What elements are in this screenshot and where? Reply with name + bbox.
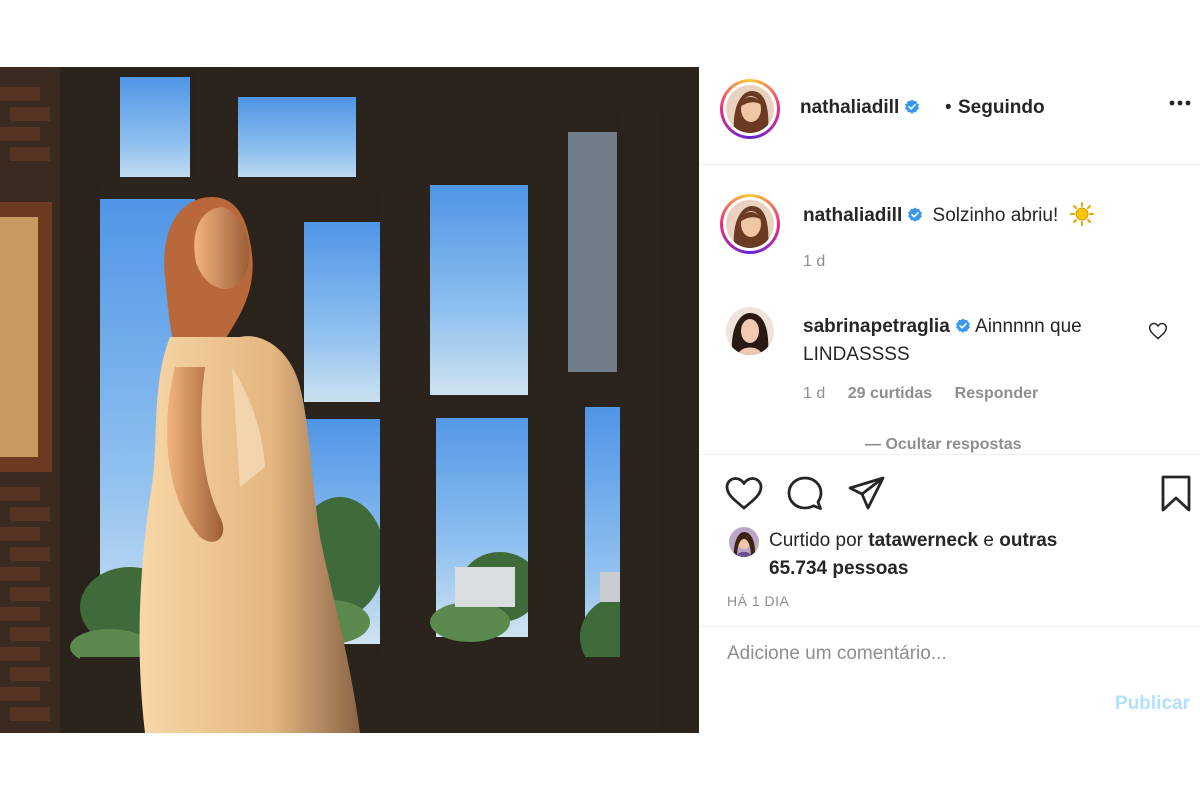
caption-avatar[interactable] (720, 194, 780, 254)
caption-avatar-image (726, 200, 774, 248)
caption-timestamp[interactable]: 1 d (803, 253, 825, 271)
author-avatar-image (726, 85, 774, 133)
sun-emoji-icon (1069, 202, 1094, 226)
author-avatar[interactable] (720, 79, 780, 139)
post-date[interactable]: HÁ 1 DIA (727, 593, 789, 609)
liker-username[interactable]: tatawerneck (868, 530, 978, 551)
post-actions-area: Curtido por tatawerneck e outras 65.734 … (699, 454, 1200, 626)
likes-connector: e (983, 530, 994, 551)
reply-button[interactable]: Responder (955, 385, 1039, 402)
liker-avatar[interactable] (729, 527, 759, 557)
share-icon[interactable] (847, 474, 887, 514)
add-comment-form: Adicione um comentário... Publicar (699, 626, 1200, 733)
comments-section: nathaliadill Solzinho abriu! 1 d sabrina… (699, 165, 1200, 454)
more-options-icon[interactable] (1165, 91, 1195, 115)
verified-badge-icon (955, 318, 970, 333)
liker-avatar-image (729, 527, 759, 557)
author-username-text[interactable]: nathaliadill (800, 97, 899, 118)
instagram-post: nathaliadill • Seguindo nathaliadill Sol… (0, 67, 1200, 733)
likes-text: Curtido por tatawerneck e outras 65.734 … (769, 527, 1069, 583)
verified-badge-icon (905, 99, 920, 114)
comment-timestamp[interactable]: 1 d (803, 385, 825, 402)
comment-input[interactable]: Adicione um comentário... (727, 643, 947, 665)
caption-username[interactable]: nathaliadill (803, 205, 902, 226)
commenter-avatar-image (726, 307, 774, 355)
comment-icon[interactable] (785, 474, 825, 514)
following-button[interactable]: Seguindo (958, 97, 1045, 119)
comment-likes-count[interactable]: 29 curtidas (848, 385, 932, 402)
post-photo[interactable] (0, 67, 699, 733)
publish-button[interactable]: Publicar (1115, 693, 1190, 715)
likes-prefix: Curtido por (769, 530, 863, 551)
commenter-username[interactable]: sabrinapetraglia (803, 316, 950, 337)
header-separator: • (945, 97, 952, 118)
bookmark-icon[interactable] (1156, 474, 1196, 514)
caption: nathaliadill Solzinho abriu! (803, 202, 1094, 227)
comment-meta: 1 d 29 curtidas Responder (803, 385, 1056, 403)
comment-like-heart-icon[interactable] (1148, 321, 1168, 341)
author-username[interactable]: nathaliadill (800, 97, 920, 119)
post-details-panel: nathaliadill • Seguindo nathaliadill Sol… (699, 67, 1200, 733)
heart-icon[interactable] (724, 474, 764, 514)
photo-illustration (0, 67, 699, 733)
commenter-avatar[interactable] (726, 307, 774, 355)
caption-text: Solzinho abriu! (932, 205, 1059, 226)
comment: sabrinapetraglia Ainnnnn que LINDASSSS (803, 313, 1133, 369)
post-header: nathaliadill • Seguindo (699, 67, 1200, 165)
verified-badge-icon (908, 207, 923, 222)
hide-replies-button[interactable]: — Ocultar respostas (865, 436, 1022, 454)
